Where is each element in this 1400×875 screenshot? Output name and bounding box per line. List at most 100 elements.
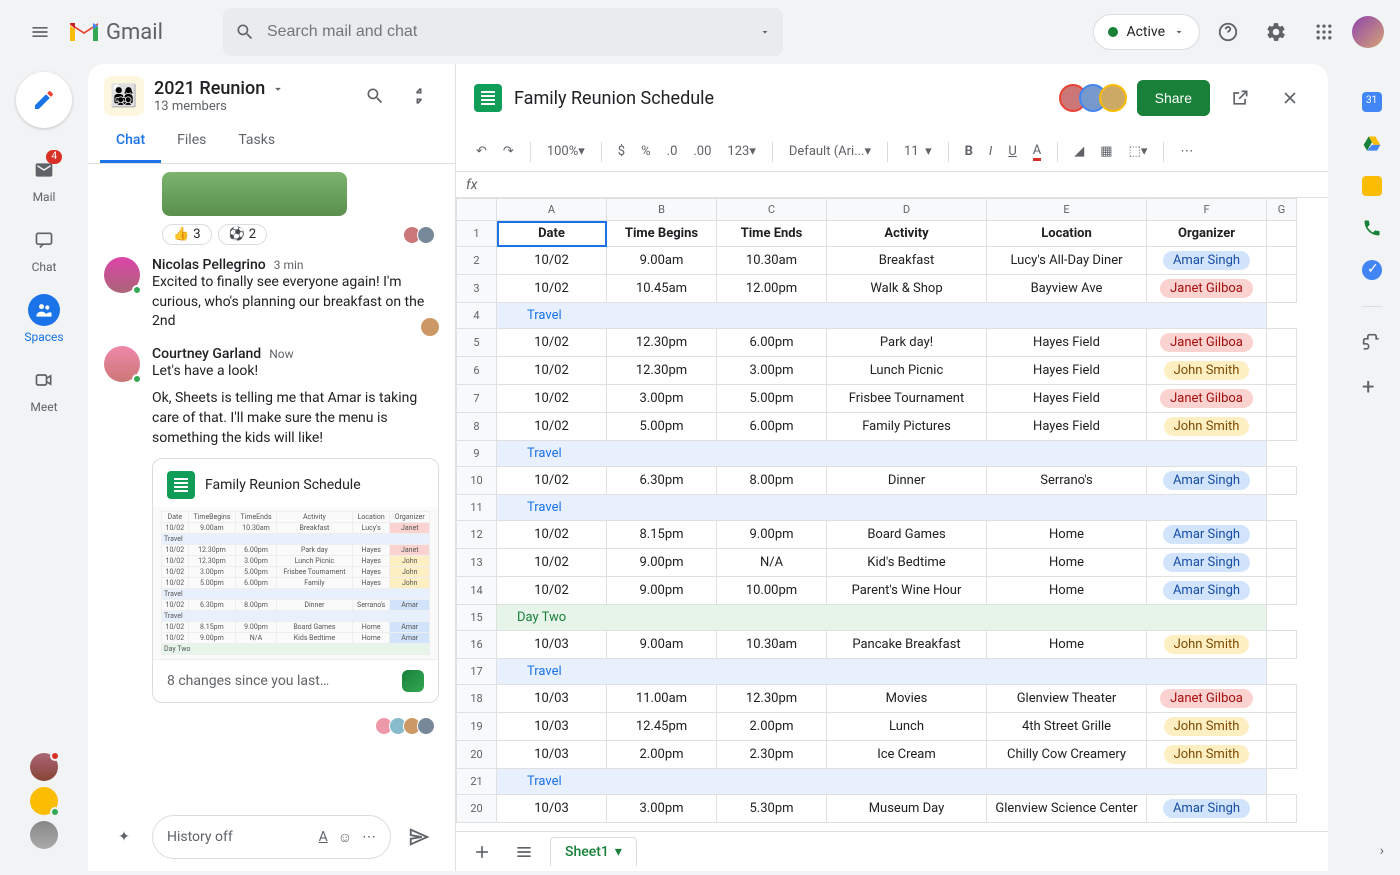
chat-search-icon[interactable] (355, 76, 395, 116)
table-row[interactable]: 510/0212.30pm6.00pmPark day!Hayes FieldJ… (457, 329, 1297, 357)
fill-icon[interactable]: ◢ (1068, 140, 1090, 163)
redo-icon[interactable]: ↷ (497, 140, 520, 163)
avatar[interactable] (104, 257, 140, 293)
sheet-attachment[interactable]: Family Reunion Schedule DateTimeBeginsTi… (152, 458, 439, 703)
apps-icon[interactable] (1304, 12, 1344, 52)
hide-panel-icon[interactable]: › (1380, 843, 1384, 859)
space-members[interactable]: 13 members (154, 99, 285, 114)
chat-image[interactable] (162, 172, 347, 216)
format-icon[interactable]: A (319, 829, 328, 846)
travel-row[interactable]: 11Travel (457, 495, 1297, 521)
table-row[interactable]: 1910/0312.45pm2.00pmLunch4th Street Gril… (457, 713, 1297, 741)
account-avatar[interactable] (1352, 16, 1384, 48)
addons-icon[interactable] (1362, 333, 1382, 353)
table-row[interactable]: 710/023.00pm5.00pmFrisbee TournamentHaye… (457, 385, 1297, 413)
table-row[interactable]: 1310/029.00pmN/AKid's BedtimeHomeAmar Si… (457, 549, 1297, 577)
header-row[interactable]: 1DateTime BeginsTime EndsActivityLocatio… (457, 221, 1297, 247)
underline-icon[interactable]: U (1002, 140, 1022, 163)
gemini-icon[interactable] (402, 670, 424, 692)
search-bar[interactable] (223, 8, 783, 56)
rail-chat[interactable]: Chat (8, 214, 80, 284)
compose-button[interactable] (16, 72, 72, 128)
table-row[interactable]: 310/0210.45am12.00pmWalk & ShopBayview A… (457, 275, 1297, 303)
tab-tasks[interactable]: Tasks (222, 120, 291, 163)
rail-spaces[interactable]: Spaces (8, 284, 80, 354)
smart-compose-icon[interactable]: ✦ (104, 817, 144, 857)
more-icon[interactable]: ⋯ (362, 829, 376, 846)
table-row[interactable]: 210/029.00am10.30amBreakfastLucy's All-D… (457, 247, 1297, 275)
table-row[interactable]: 2010/032.00pm2.30pmIce CreamChilly Cow C… (457, 741, 1297, 769)
emoji-icon[interactable]: ☺ (338, 829, 352, 846)
daytwo-row[interactable]: 15Day Two (457, 605, 1297, 631)
collaborators[interactable] (1067, 84, 1127, 112)
font-select[interactable]: Default (Ari... ▾ (783, 140, 877, 163)
tab-chat[interactable]: Chat (100, 120, 161, 163)
textcolor-icon[interactable]: A (1027, 139, 1047, 165)
collapse-icon[interactable] (399, 76, 439, 116)
rail-mail[interactable]: 4 Mail (8, 144, 80, 214)
more-toolbar-icon[interactable]: ⋯ (1174, 140, 1199, 163)
avatar[interactable] (104, 346, 140, 382)
italic-icon[interactable]: I (983, 140, 998, 163)
history-pill[interactable]: History off A ☺ ⋯ (152, 815, 391, 859)
dm-avatar-2[interactable] (30, 787, 58, 815)
menu-icon[interactable] (16, 8, 64, 56)
borders-icon[interactable]: ▦ (1094, 140, 1118, 163)
add-icon[interactable]: + (1362, 375, 1382, 395)
main-container: 👨‍👩‍👧‍👦 2021 Reunion 13 members Chat Fil… (88, 64, 1328, 871)
settings-icon[interactable] (1256, 12, 1296, 52)
sheet-grid[interactable]: ABCDEFG1DateTime BeginsTime EndsActivity… (456, 198, 1328, 831)
table-row[interactable]: 1210/028.15pm9.00pmBoard GamesHomeAmar S… (457, 521, 1297, 549)
send-icon[interactable] (399, 817, 439, 857)
table-row[interactable]: 1610/039.00am10.30amPancake BreakfastHom… (457, 631, 1297, 659)
travel-row[interactable]: 9Travel (457, 441, 1297, 467)
dm-avatar-1[interactable] (30, 753, 58, 781)
dm-avatar-3[interactable] (30, 821, 58, 849)
fontsize-select[interactable]: 11 ▾ (898, 140, 938, 163)
table-row[interactable]: 1410/029.00pm10.00pmParent's Wine HourHo… (457, 577, 1297, 605)
travel-row[interactable]: 21Travel (457, 769, 1297, 795)
open-new-icon[interactable] (1220, 78, 1260, 118)
help-icon[interactable] (1208, 12, 1248, 52)
zoom-select[interactable]: 100% ▾ (541, 140, 591, 163)
table-row[interactable]: 1810/0311.00am12.30pmMoviesGlenview Thea… (457, 685, 1297, 713)
currency-icon[interactable]: $ (612, 140, 631, 163)
chat-body[interactable]: 👍 3 ⚽ 2 Nicolas Pellegrino3 min Excited … (88, 164, 455, 807)
all-sheets-icon[interactable] (508, 838, 540, 866)
contacts-icon[interactable] (1362, 218, 1382, 238)
undo-icon[interactable]: ↶ (470, 140, 493, 163)
sheet-tab-1[interactable]: Sheet1 ▾ (550, 837, 637, 866)
tasks-icon[interactable]: ✓ (1362, 260, 1382, 280)
rail-meet[interactable]: Meet (8, 354, 80, 424)
dec-inc-icon[interactable]: .00 (687, 140, 717, 163)
chat-input-row: ✦ History off A ☺ ⋯ (88, 807, 455, 871)
doc-title[interactable]: Family Reunion Schedule (514, 88, 714, 109)
keep-icon[interactable] (1362, 176, 1382, 196)
add-sheet-icon[interactable] (466, 838, 498, 866)
formula-bar[interactable]: fx (456, 172, 1328, 198)
percent-icon[interactable]: % (635, 140, 657, 163)
format-select[interactable]: 123▾ (721, 140, 761, 163)
search-input[interactable] (267, 23, 759, 41)
reaction-thumbs[interactable]: 👍 3 (162, 224, 212, 245)
travel-row[interactable]: 4Travel (457, 303, 1297, 329)
dec-dec-icon[interactable]: .0 (661, 140, 684, 163)
drive-icon[interactable] (1362, 134, 1382, 154)
close-icon[interactable] (1270, 78, 1310, 118)
gmail-logo[interactable]: Gmail (68, 20, 163, 45)
tab-files[interactable]: Files (161, 120, 222, 163)
merge-icon[interactable]: ⬚▾ (1123, 140, 1154, 163)
space-title[interactable]: 2021 Reunion (154, 78, 285, 99)
travel-row[interactable]: 17Travel (457, 659, 1297, 685)
reaction-soccer[interactable]: ⚽ 2 (218, 224, 268, 245)
table-row[interactable]: 2010/033.00pm5.30pmMuseum DayGlenview Sc… (457, 795, 1297, 823)
search-options-icon[interactable] (759, 26, 771, 38)
table-row[interactable]: 610/0212.30pm3.00pmLunch PicnicHayes Fie… (457, 357, 1297, 385)
calendar-icon[interactable]: 31 (1362, 92, 1382, 112)
status-pill[interactable]: Active (1093, 14, 1200, 50)
space-avatar[interactable]: 👨‍👩‍👧‍👦 (104, 76, 144, 116)
table-row[interactable]: 810/025.00pm6.00pmFamily PicturesHayes F… (457, 413, 1297, 441)
share-button[interactable]: Share (1137, 80, 1210, 116)
bold-icon[interactable]: B (959, 140, 979, 163)
table-row[interactable]: 1010/026.30pm8.00pmDinnerSerrano'sAmar S… (457, 467, 1297, 495)
